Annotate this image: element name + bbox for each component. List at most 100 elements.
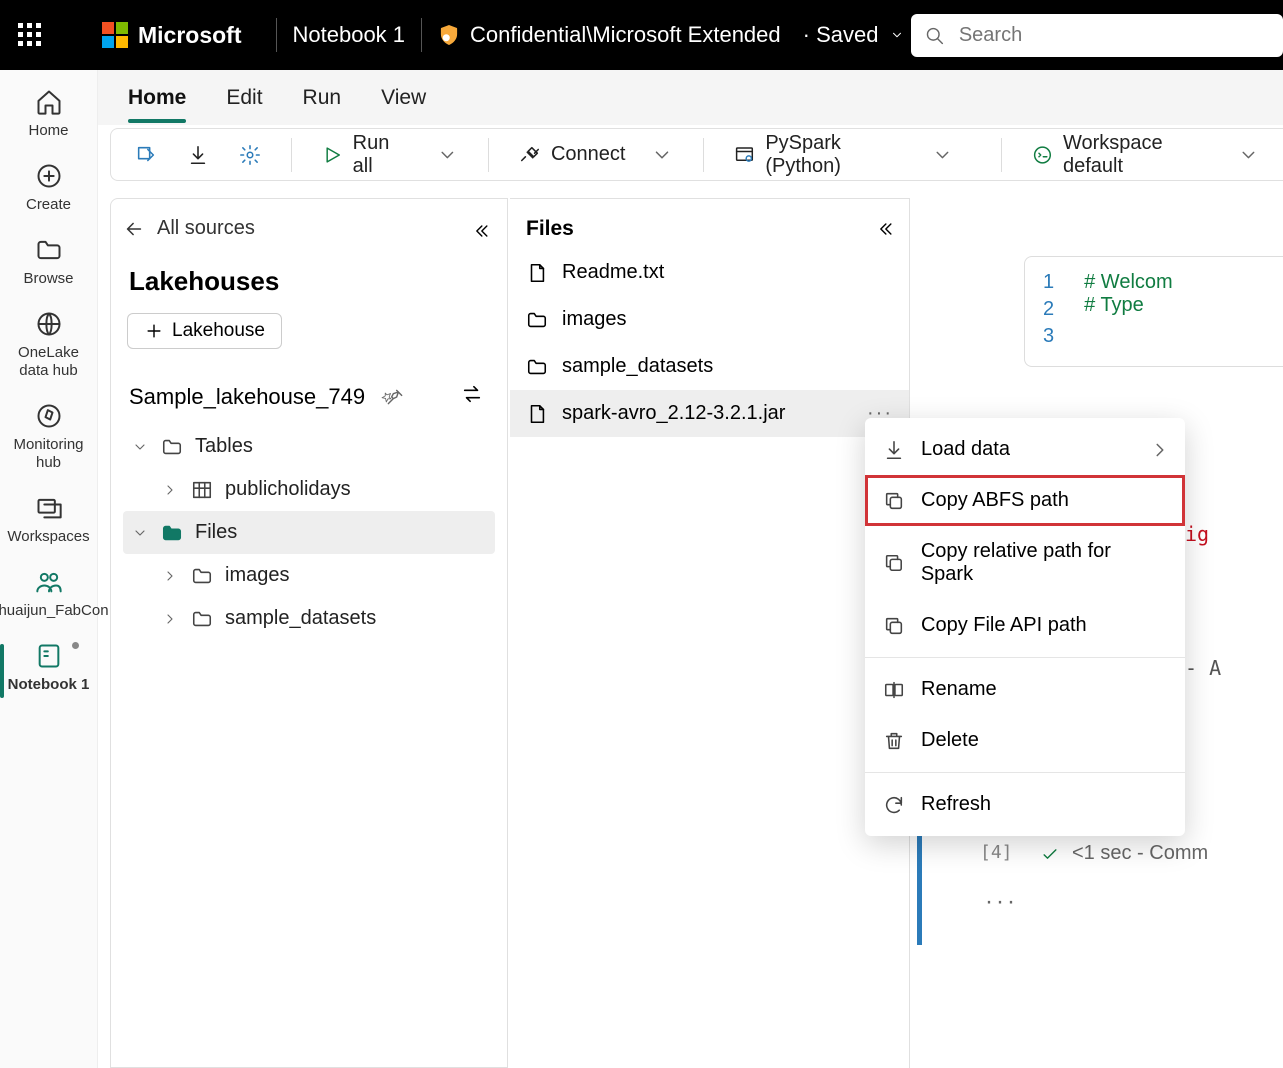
menu-separator <box>865 772 1185 773</box>
menu-copy-abfs[interactable]: Copy ABFS path <box>865 475 1185 526</box>
table-icon <box>191 479 213 501</box>
separator <box>703 138 704 172</box>
divider <box>421 18 422 52</box>
folder-icon <box>526 309 548 331</box>
run-all-button[interactable]: Run all <box>316 128 464 182</box>
file-item-readme[interactable]: Readme.txt <box>510 249 909 296</box>
edit-draft-button[interactable] <box>129 140 163 170</box>
rail-notebook[interactable]: Notebook 1 <box>0 634 97 708</box>
chevron-right-icon <box>161 568 179 584</box>
tab-run[interactable]: Run <box>303 73 342 123</box>
cell-status: <1 sec - Comm <box>1040 842 1208 865</box>
left-rail: Home Create Browse OneLake data hub Moni… <box>0 70 98 1068</box>
code-fragment: ig <box>1185 522 1209 546</box>
folder-icon <box>161 436 183 458</box>
connect-button[interactable]: Connect <box>513 139 680 170</box>
file-icon <box>526 262 548 284</box>
tree-publicholidays[interactable]: publicholidays <box>123 468 495 511</box>
arrow-left-icon <box>123 218 145 240</box>
lakehouses-heading: Lakehouses <box>129 266 489 297</box>
rail-create[interactable]: Create <box>0 154 97 228</box>
rail-workspaces[interactable]: Workspaces <box>0 486 97 560</box>
app-launcher-icon[interactable] <box>18 23 42 47</box>
folder-icon <box>526 356 548 378</box>
search-icon <box>925 25 945 47</box>
tree-tables[interactable]: Tables <box>123 425 495 468</box>
saved-text: · Saved <box>803 22 879 48</box>
brand-label: Microsoft <box>138 22 242 49</box>
context-menu: Load data Copy ABFS path Copy relative p… <box>865 418 1185 836</box>
notebook-name[interactable]: Notebook 1 <box>293 22 406 48</box>
tree-files[interactable]: Files <box>123 511 495 554</box>
compass-icon <box>35 402 63 430</box>
tree-images[interactable]: images <box>123 554 495 597</box>
environment-button[interactable]: Workspace default <box>1026 128 1265 182</box>
tab-home[interactable]: Home <box>128 73 186 123</box>
chevron-down-icon <box>932 144 953 166</box>
top-bar: Microsoft Notebook 1 Confidential\Micros… <box>0 0 1283 70</box>
files-panel: Files Readme.txt images sample_datasets … <box>510 198 910 1068</box>
save-status[interactable]: · Saved <box>803 22 905 48</box>
microsoft-logo-icon <box>102 22 128 48</box>
chevron-down-icon <box>890 28 904 42</box>
tree-sample-datasets[interactable]: sample_datasets <box>123 597 495 640</box>
all-sources-link[interactable]: All sources <box>123 217 495 240</box>
plus-icon <box>144 321 164 341</box>
collapse-panel-icon[interactable] <box>471 221 491 246</box>
confidentiality-label[interactable]: Confidential\Microsoft Extended <box>470 22 781 48</box>
menu-load-data[interactable]: Load data <box>865 424 1185 475</box>
tab-edit[interactable]: Edit <box>226 73 262 123</box>
tab-view[interactable]: View <box>381 73 426 123</box>
copy-icon <box>883 615 905 637</box>
browser-gear-icon <box>734 144 755 166</box>
file-item-spark-avro[interactable]: spark-avro_2.12-3.2.1.jar ··· <box>510 390 909 437</box>
files-heading: Files <box>510 199 909 249</box>
shield-icon <box>438 24 460 46</box>
language-button[interactable]: PySpark (Python) <box>728 128 959 182</box>
rail-monitoring[interactable]: Monitoring hub <box>0 394 97 486</box>
file-item-sample-datasets[interactable]: sample_datasets <box>510 343 909 390</box>
folder-icon <box>191 608 213 630</box>
collapse-panel-icon[interactable] <box>875 219 895 244</box>
menu-copy-relative[interactable]: Copy relative path for Spark <box>865 526 1185 600</box>
chevron-down-icon <box>131 439 149 455</box>
rail-home[interactable]: Home <box>0 80 97 154</box>
refresh-icon <box>883 794 905 816</box>
onelake-icon <box>35 310 63 338</box>
people-icon <box>35 568 63 596</box>
rename-icon <box>883 679 905 701</box>
pin-icon[interactable] <box>385 387 405 407</box>
separator <box>1001 138 1002 172</box>
menu-refresh[interactable]: Refresh <box>865 779 1185 830</box>
cell-more-icon[interactable]: ··· <box>985 888 1018 916</box>
rail-browse[interactable]: Browse <box>0 228 97 302</box>
menu-rename[interactable]: Rename <box>865 664 1185 715</box>
code-fragment: - A <box>1185 656 1221 680</box>
download-button[interactable] <box>181 140 215 170</box>
lakehouse-name[interactable]: Sample_lakehouse_749 <box>129 383 489 411</box>
home-icon <box>35 88 63 116</box>
rail-workspace-user[interactable]: Shuaijun_FabCon <box>0 560 97 634</box>
menu-copy-fileapi[interactable]: Copy File API path <box>865 600 1185 651</box>
separator <box>488 138 489 172</box>
code-cell[interactable]: 1 2 3 # Welcom # Type <box>1024 256 1283 367</box>
separator <box>291 138 292 172</box>
rail-onelake[interactable]: OneLake data hub <box>0 302 97 394</box>
folder-icon <box>35 236 63 264</box>
sources-panel: All sources Lakehouses Lakehouse Sample_… <box>110 198 508 1068</box>
search-input[interactable] <box>959 24 1269 47</box>
chevron-down-icon <box>1238 144 1259 166</box>
swap-icon[interactable] <box>461 383 483 411</box>
code-text: # Welcom # Type <box>1084 271 1173 352</box>
environment-icon <box>1032 144 1053 166</box>
ribbon-tabs: Home Edit Run View <box>98 70 1283 125</box>
folder-fill-icon <box>161 522 183 544</box>
search-box[interactable] <box>911 14 1283 57</box>
add-lakehouse-button[interactable]: Lakehouse <box>127 313 282 349</box>
chevron-down-icon <box>437 144 458 166</box>
menu-delete[interactable]: Delete <box>865 715 1185 766</box>
file-item-images[interactable]: images <box>510 296 909 343</box>
file-icon <box>526 403 548 425</box>
settings-button[interactable] <box>233 140 267 170</box>
menu-separator <box>865 657 1185 658</box>
